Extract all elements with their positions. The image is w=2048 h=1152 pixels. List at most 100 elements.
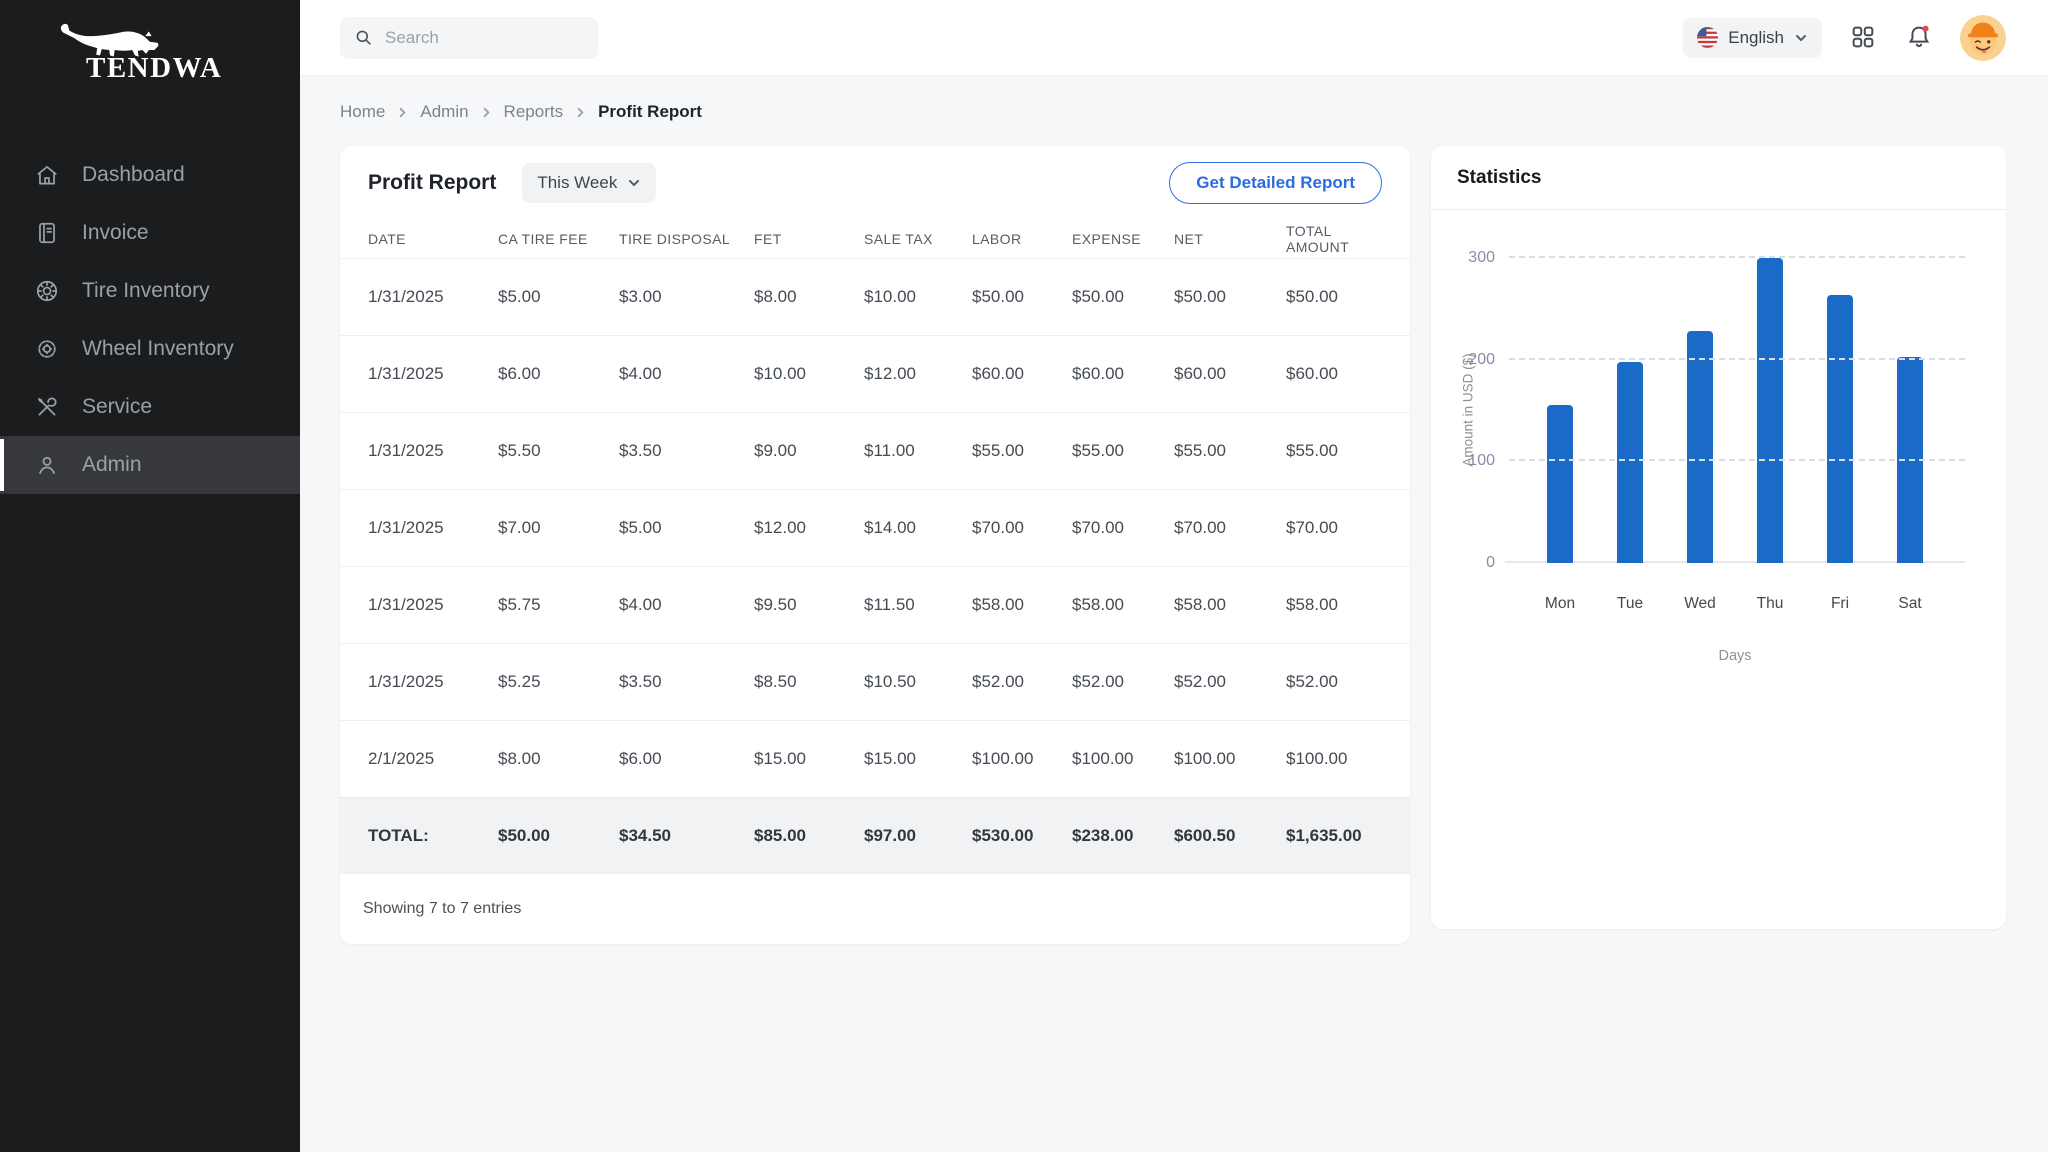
bar-tue[interactable] (1617, 362, 1643, 563)
table-cell: $5.75 (498, 595, 619, 615)
table-cell: $5.50 (498, 441, 619, 461)
breadcrumb-home[interactable]: Home (340, 102, 385, 122)
period-filter-dropdown[interactable]: This Week (522, 163, 656, 203)
table-cell: $60.00 (1174, 364, 1286, 384)
chevron-down-icon (1794, 31, 1808, 45)
bar-fri[interactable] (1827, 295, 1853, 563)
table-cell: $8.00 (754, 287, 864, 307)
table-cell: 1/31/2025 (368, 364, 498, 384)
table-cell: $8.50 (754, 672, 864, 692)
y-tick-label: 200 (1439, 351, 1495, 369)
table-cell: $11.50 (864, 595, 972, 615)
bar-chart: Amount in USD ($) 0100200300 MonTueWedTh… (1431, 210, 2006, 750)
x-axis-title: Days (1505, 648, 1965, 664)
table-cell: $3.50 (619, 672, 754, 692)
table-cell: 1/31/2025 (368, 595, 498, 615)
statistics-header: Statistics (1431, 146, 2006, 210)
sidebar-item-service[interactable]: Service (0, 378, 300, 436)
table-cell: 1/31/2025 (368, 441, 498, 461)
app-root: TENDWA Dashboard Invoice Tire Inventory … (0, 0, 2048, 1152)
language-selector[interactable]: English (1683, 18, 1822, 58)
sidebar-item-label: Wheel Inventory (82, 337, 234, 361)
sidebar-menu: Dashboard Invoice Tire Inventory Wheel I… (0, 146, 300, 494)
search-input[interactable] (385, 28, 565, 48)
table-body: 1/31/2025$5.00$3.00$8.00$10.00$50.00$50.… (340, 258, 1410, 797)
sidebar-item-label: Tire Inventory (82, 279, 210, 303)
breadcrumb-reports[interactable]: Reports (504, 102, 564, 122)
sidebar-item-dashboard[interactable]: Dashboard (0, 146, 300, 204)
statistics-title: Statistics (1457, 167, 1541, 189)
chevron-right-icon (480, 106, 493, 119)
table-cell: $5.00 (619, 518, 754, 538)
bar-mon[interactable] (1547, 405, 1573, 563)
y-tick-label: 100 (1439, 452, 1495, 470)
profit-report-card: Profit Report This Week Get Detailed Rep… (340, 146, 1410, 944)
sidebar-item-wheel-inventory[interactable]: Wheel Inventory (0, 320, 300, 378)
breadcrumb-admin[interactable]: Admin (420, 102, 468, 122)
x-tick-thu: Thu (1757, 595, 1783, 615)
chart-plot-area: 0100200300 (1505, 258, 1965, 563)
us-flag-icon (1697, 27, 1718, 48)
x-tick-label: Fri (1831, 595, 1849, 613)
table-cell: $52.00 (1072, 672, 1174, 692)
table-cell: 1/31/2025 (368, 672, 498, 692)
wheel-icon (34, 336, 60, 362)
table-header-row: DATECA TIRE FEETIRE DISPOSALFETSALE TAXL… (340, 220, 1410, 258)
search-box[interactable] (340, 17, 598, 59)
total-cell: $97.00 (864, 826, 972, 846)
gridline-200 (1509, 358, 1965, 360)
gridline-300 (1509, 256, 1965, 258)
search-icon (354, 28, 373, 47)
table-cell: $60.00 (1072, 364, 1174, 384)
x-tick-label: Sat (1898, 595, 1921, 613)
total-cell: $1,635.00 (1286, 826, 1382, 846)
profit-table: DATECA TIRE FEETIRE DISPOSALFETSALE TAXL… (340, 220, 1410, 874)
sidebar-item-label: Service (82, 395, 152, 419)
brand-logo[interactable]: TENDWA (0, 0, 300, 118)
get-detailed-report-button[interactable]: Get Detailed Report (1169, 162, 1382, 204)
table-cell: $6.00 (498, 364, 619, 384)
table-row: 1/31/2025$5.75$4.00$9.50$11.50$58.00$58.… (340, 566, 1410, 643)
x-tick-wed: Wed (1687, 595, 1713, 615)
table-cell: $55.00 (1072, 441, 1174, 461)
bar-wed[interactable] (1687, 331, 1713, 563)
notifications-button[interactable] (1904, 23, 1934, 53)
table-cell: $70.00 (972, 518, 1072, 538)
sidebar-item-tire-inventory[interactable]: Tire Inventory (0, 262, 300, 320)
y-tick-label: 300 (1439, 249, 1495, 267)
statistics-card: Statistics Amount in USD ($) 0100200300 … (1431, 146, 2006, 929)
table-cell: $12.00 (864, 364, 972, 384)
chevron-right-icon (574, 106, 587, 119)
y-axis-title: Amount in USD ($) (1461, 353, 1476, 466)
table-cell: $12.00 (754, 518, 864, 538)
table-total-row: TOTAL:$50.00$34.50$85.00$97.00$530.00$23… (340, 797, 1410, 874)
topbar-actions: English (1683, 15, 2006, 61)
sidebar-item-admin[interactable]: Admin (0, 436, 300, 494)
table-row: 2/1/2025$8.00$6.00$15.00$15.00$100.00$10… (340, 720, 1410, 797)
table-cell: $7.00 (498, 518, 619, 538)
bar-thu[interactable] (1757, 258, 1783, 563)
table-row: 1/31/2025$7.00$5.00$12.00$14.00$70.00$70… (340, 489, 1410, 566)
total-cell: $530.00 (972, 826, 1072, 846)
table-cell: $52.00 (972, 672, 1072, 692)
table-cell: $58.00 (1072, 595, 1174, 615)
column-header: DATE (368, 231, 498, 247)
table-cell: $70.00 (1286, 518, 1382, 538)
column-header: FET (754, 231, 864, 247)
column-header: EXPENSE (1072, 231, 1174, 247)
total-cell: $85.00 (754, 826, 864, 846)
apps-grid-button[interactable] (1848, 23, 1878, 53)
table-entries-summary: Showing 7 to 7 entries (340, 874, 1410, 944)
sidebar-item-invoice[interactable]: Invoice (0, 204, 300, 262)
user-avatar[interactable] (1960, 15, 2006, 61)
table-cell: $9.50 (754, 595, 864, 615)
column-header: LABOR (972, 231, 1072, 247)
table-cell: $70.00 (1174, 518, 1286, 538)
x-tick-fri: Fri (1827, 595, 1853, 615)
x-tick-sat: Sat (1897, 595, 1923, 615)
brand-wordmark: TENDWA (86, 52, 222, 85)
table-cell: $10.50 (864, 672, 972, 692)
sidebar: TENDWA Dashboard Invoice Tire Inventory … (0, 0, 300, 1152)
table-cell: $10.00 (754, 364, 864, 384)
sidebar-item-label: Admin (82, 453, 142, 477)
